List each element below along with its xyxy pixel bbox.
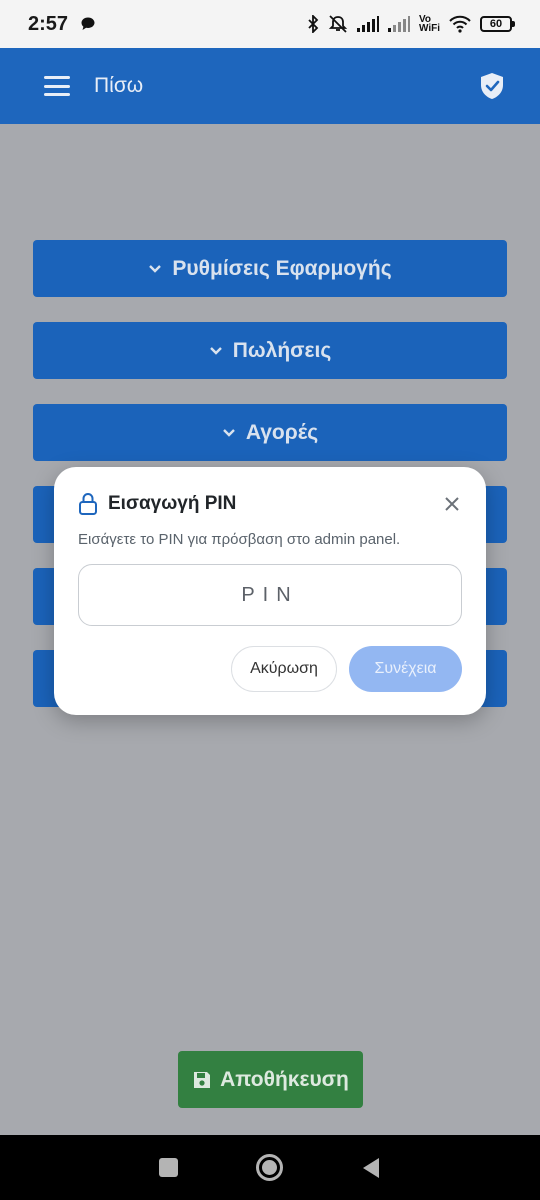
- chevron-down-icon: [149, 264, 162, 273]
- vowifi-line2: WiFi: [418, 23, 440, 34]
- app-bar: Πίσω: [0, 48, 540, 124]
- menu-button-purchases[interactable]: Αγορές: [33, 404, 507, 461]
- menu-button-label: Αγορές: [245, 420, 319, 444]
- shield-check-icon[interactable]: [478, 71, 506, 101]
- wifi-icon: [449, 15, 471, 33]
- menu-button-label: Ρυθμίσεις Εφαρμογής: [172, 256, 392, 280]
- system-nav-bar: [0, 1135, 540, 1200]
- status-time: 2:57: [28, 12, 69, 35]
- battery-icon: 60: [480, 16, 515, 32]
- menu-button-label: Πωλήσεις: [232, 338, 332, 362]
- signal-icon: [387, 16, 410, 32]
- menu-icon[interactable]: [44, 76, 70, 96]
- pin-input[interactable]: [78, 564, 462, 626]
- vowifi-label: Vo WiFi: [418, 15, 440, 34]
- cancel-button[interactable]: Ακύρωση: [231, 646, 337, 692]
- signal-icon: [356, 16, 379, 32]
- back-icon[interactable]: [361, 1157, 381, 1179]
- chat-bubble-icon: [81, 17, 95, 30]
- status-bar: 2:57 Vo WiFi 60: [0, 0, 540, 48]
- lock-icon: [79, 493, 97, 515]
- bluetooth-icon: [308, 15, 319, 33]
- recents-icon[interactable]: [159, 1158, 178, 1177]
- dialog-header: Εισαγωγή PIN: [78, 489, 462, 519]
- back-label[interactable]: Πίσω: [94, 74, 143, 98]
- pin-dialog: Εισαγωγή PIN Εισάγετε το PIN για πρόσβασ…: [54, 467, 486, 715]
- mute-icon: [328, 15, 348, 33]
- menu-button-app-settings[interactable]: Ρυθμίσεις Εφαρμογής: [33, 240, 507, 297]
- save-button-label: Αποθήκευση: [220, 1067, 349, 1091]
- menu-button-sales[interactable]: Πωλήσεις: [33, 322, 507, 379]
- close-icon[interactable]: [444, 496, 460, 512]
- continue-button[interactable]: Συνέχεια: [349, 646, 462, 692]
- floppy-disk-icon: [194, 1071, 211, 1088]
- dialog-title: Εισαγωγή PIN: [108, 493, 237, 514]
- home-icon[interactable]: [256, 1154, 283, 1181]
- dialog-subtitle: Εισάγετε το PIN για πρόσβαση στο admin p…: [78, 531, 401, 548]
- chevron-down-icon: [223, 428, 235, 437]
- save-button[interactable]: Αποθήκευση: [178, 1051, 363, 1108]
- chevron-down-icon: [209, 346, 222, 355]
- dialog-actions: Ακύρωση Συνέχεια: [78, 646, 462, 692]
